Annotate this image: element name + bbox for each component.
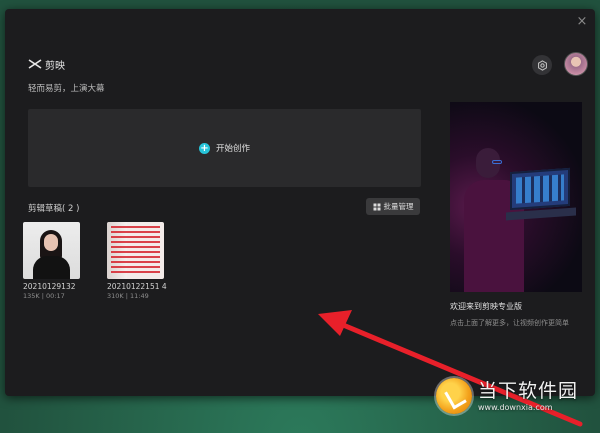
watermark-url: www.downxia.com bbox=[478, 403, 553, 412]
slogan: 轻而易剪，上演大幕 bbox=[28, 84, 105, 94]
draft-item[interactable]: 20210122151 4 310K | 11:49 bbox=[107, 222, 167, 300]
draft-thumbnail bbox=[107, 222, 164, 279]
watermark: 当下软件园 www.downxia.com bbox=[436, 372, 586, 420]
promo-description: 点击上面了解更多，让视频创作更简单 bbox=[450, 319, 569, 327]
brand-name: 剪映 bbox=[45, 60, 65, 72]
close-icon[interactable]: × bbox=[575, 15, 589, 29]
draft-item[interactable]: 20210129132 135K | 00:17 bbox=[23, 222, 81, 300]
draft-name: 20210122151 4 bbox=[107, 282, 167, 291]
batch-manage-button[interactable]: 批量管理 bbox=[366, 198, 420, 215]
drafts-heading: 剪辑草稿( 2 ) bbox=[28, 204, 80, 214]
batch-manage-label: 批量管理 bbox=[383, 202, 414, 211]
draft-thumbnail bbox=[23, 222, 80, 279]
draft-meta: 310K | 11:49 bbox=[107, 292, 149, 300]
start-creation-label: 开始创作 bbox=[215, 144, 250, 154]
gear-icon bbox=[537, 59, 547, 71]
promo-title[interactable]: 欢迎来到剪映专业版 bbox=[450, 301, 522, 312]
draft-name: 20210129132 bbox=[23, 282, 76, 291]
promo-image[interactable] bbox=[450, 102, 582, 292]
brand: 剪映 bbox=[28, 56, 65, 72]
watermark-logo-icon bbox=[436, 378, 472, 414]
watermark-name: 当下软件园 bbox=[478, 380, 579, 402]
plus-icon: + bbox=[198, 142, 210, 154]
batch-manage-icon bbox=[373, 203, 380, 210]
draft-meta: 135K | 00:17 bbox=[23, 292, 65, 300]
user-avatar[interactable] bbox=[564, 52, 588, 76]
settings-button[interactable] bbox=[532, 55, 552, 75]
capcut-logo-icon bbox=[28, 59, 42, 69]
start-creation-button[interactable]: + 开始创作 bbox=[28, 109, 421, 187]
